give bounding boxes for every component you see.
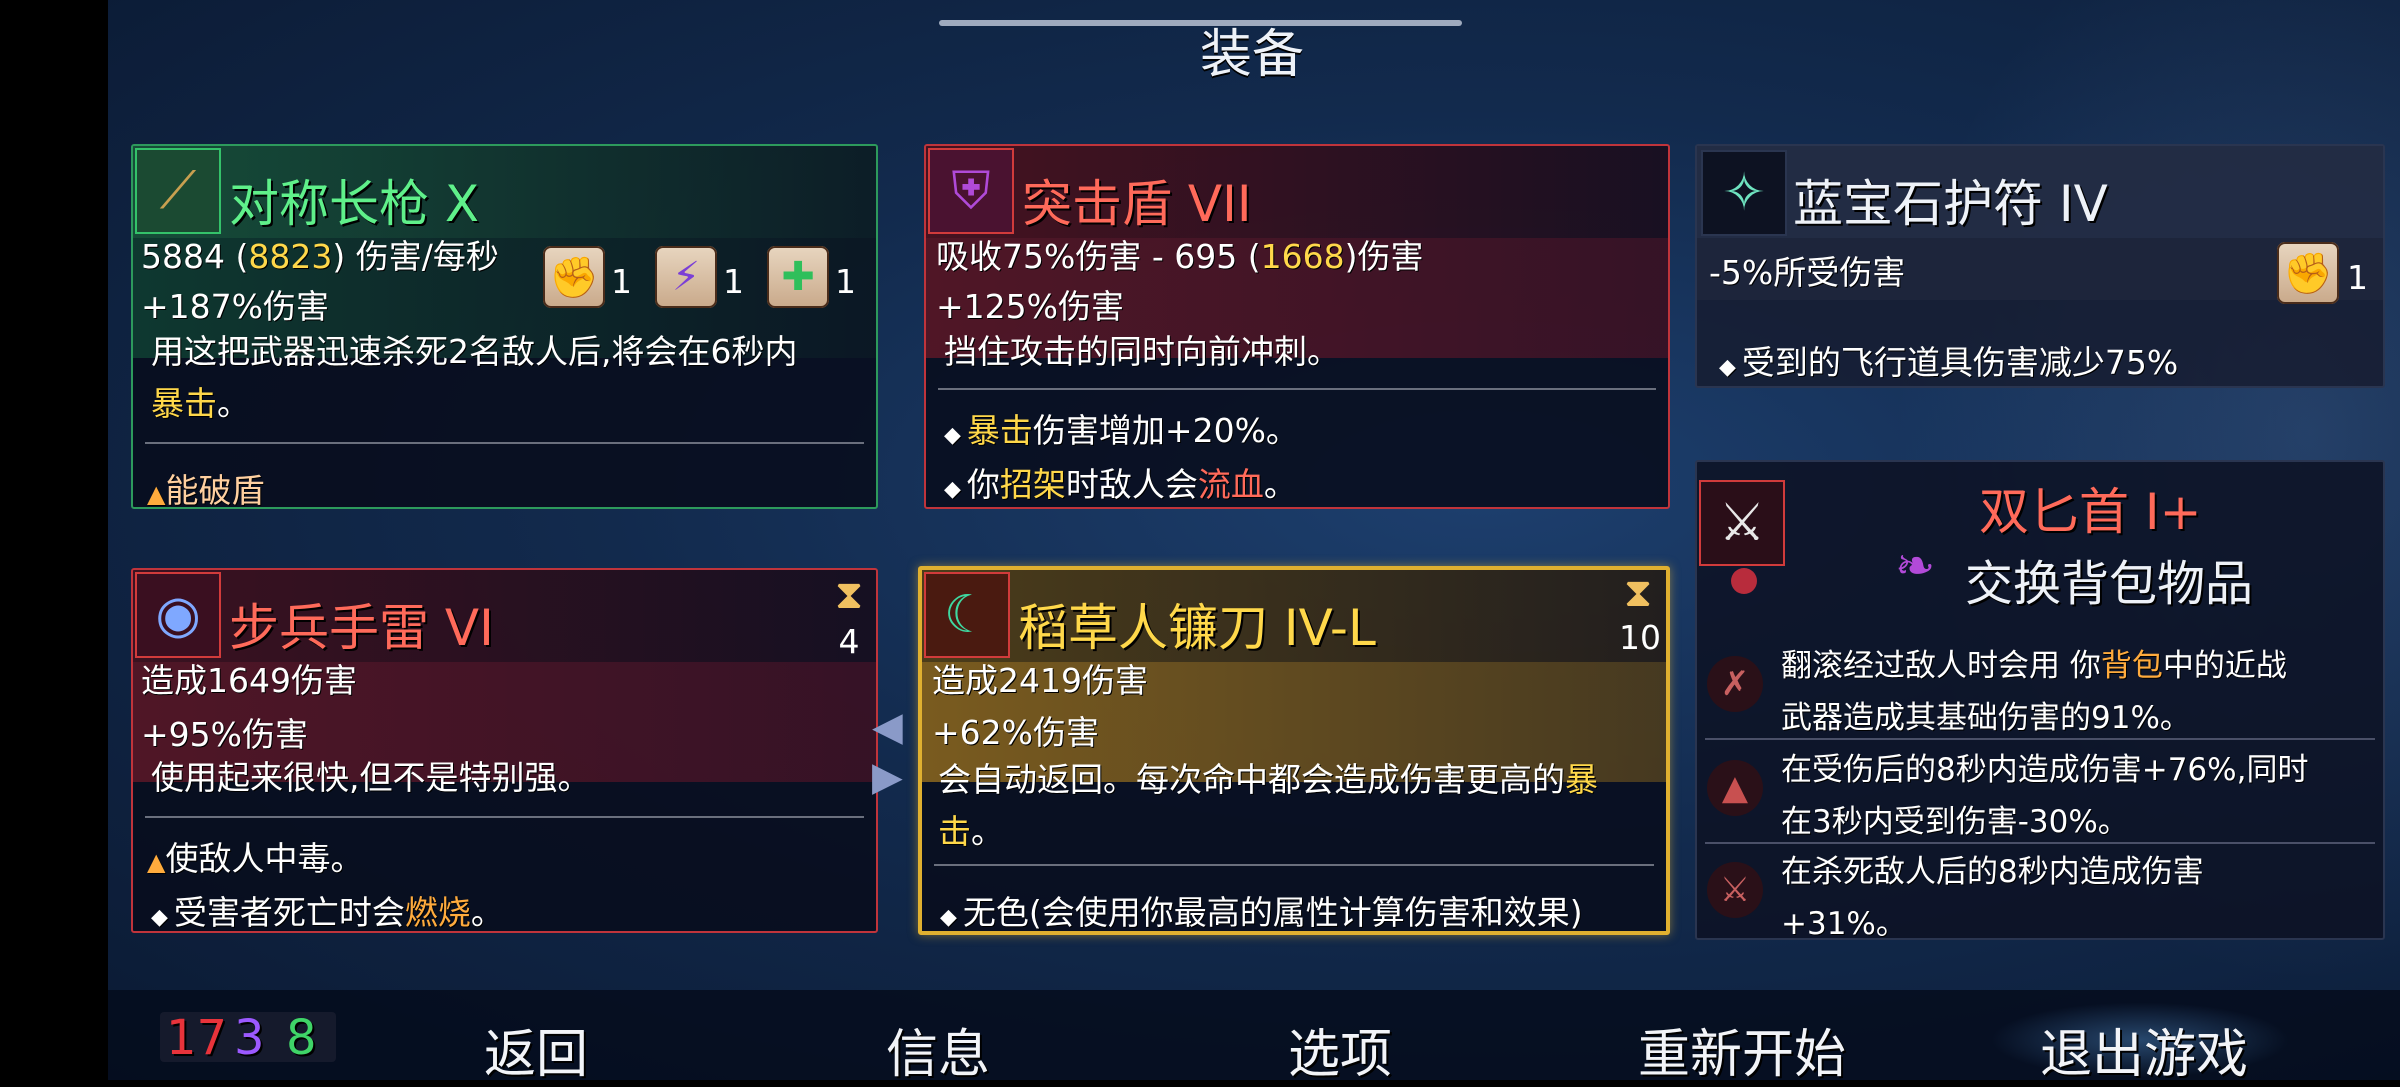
- brutality-stat: 17: [166, 1010, 228, 1066]
- perk-icon: ⚔: [1707, 862, 1763, 918]
- weapon-card-spear[interactable]: ⟋ 对称长枪 X 5884 (8823) 伤害/每秒 +187%伤害 ✊ 1 ⚡…: [131, 144, 878, 509]
- scroll-count: 1: [723, 262, 744, 301]
- scroll-icon: ⚡: [655, 246, 717, 308]
- perk-text: 武器造成其基础伤害的91%。: [1781, 700, 2191, 736]
- card-effect: ◆ 受害者死亡时会燃烧。: [151, 893, 504, 932]
- amulet-icon: ✧: [1701, 150, 1787, 236]
- perk-text: +31%。: [1781, 906, 1907, 940]
- survival-stat: 8: [286, 1010, 317, 1066]
- damage-reduction-stat: -5%所受伤害: [1709, 253, 1906, 292]
- grenade-icon: ◉: [135, 572, 221, 658]
- perk-icon: ✗: [1707, 656, 1763, 712]
- scythe-icon: ☾: [924, 572, 1010, 658]
- card-title: 稻草人镰刀 IV-L: [1018, 599, 1376, 657]
- swap-backpack-button[interactable]: 交换背包物品: [1965, 544, 2253, 614]
- dagger-badge: [1731, 568, 1757, 594]
- cooldown-count: 4: [838, 622, 860, 661]
- hourglass-icon: ⧗: [1623, 570, 1653, 616]
- card-effect: ◆ 受到的飞行道具伤害减少75%: [1719, 343, 2179, 382]
- tactics-stat: 3: [234, 1010, 265, 1066]
- perk-text: 在杀死敌人后的8秒内造成伤害: [1781, 854, 2204, 890]
- skill-card-grenade[interactable]: ◉ 步兵手雷 VI ⧗ 4 造成1649伤害 +95%伤害 使用起来很快,但不是…: [131, 568, 878, 933]
- weapon-card-shield[interactable]: ⛨ 突击盾 VII 吸收75%伤害 - 695 (1668)伤害 +125%伤害…: [924, 144, 1670, 509]
- weapon-card-daggers[interactable]: ⚔ 双匕首 I+ ❧ 交换背包物品 ✗ 翻滚经过敌人时会用 你背包中的近战 武器…: [1695, 460, 2385, 940]
- card-title: 对称长枪 X: [229, 175, 480, 233]
- perk-icon: ▲: [1707, 760, 1763, 816]
- back-button[interactable]: 返回: [484, 1012, 588, 1087]
- daggers-icon: ⚔: [1699, 480, 1785, 566]
- damage-bonus: +187%伤害: [141, 287, 329, 326]
- card-effect: ◆ 无色(会使用你最高的属性计算伤害和效果): [940, 893, 1583, 932]
- scroll-icon: ✊: [543, 246, 605, 308]
- card-effect: ◆ 你招架时敌人会流血。: [944, 465, 1297, 504]
- damage-stat: 吸收75%伤害 - 695 (1668)伤害: [936, 237, 1424, 276]
- card-effect: ▲使敌人中毒。: [147, 839, 364, 878]
- spear-icon: ⟋: [135, 148, 221, 234]
- damage-bonus: +62%伤害: [932, 713, 1099, 752]
- cooldown-count: 10: [1619, 618, 1661, 657]
- quit-button[interactable]: 退出游戏: [2040, 1012, 2248, 1087]
- swap-icon: ❧: [1895, 538, 1936, 594]
- amulet-card[interactable]: ✧ 蓝宝石护符 IV -5%所受伤害 ✊ 1 ◆ 受到的飞行道具伤害减少75%: [1695, 144, 2385, 388]
- options-button[interactable]: 选项: [1288, 1012, 1392, 1087]
- perk-text: 在受伤后的8秒内造成伤害+76%,同时: [1781, 752, 2309, 788]
- card-effect: ◆ 暴击伤害增加+20%。: [944, 411, 1299, 450]
- card-title: 双匕首 I+: [1979, 483, 2202, 541]
- damage-stat: 5884 (8823) 伤害/每秒: [141, 237, 499, 276]
- swap-right-arrow[interactable]: ▶: [872, 754, 903, 800]
- scroll-count: 1: [2347, 258, 2368, 297]
- swap-left-arrow[interactable]: ◀: [872, 704, 903, 750]
- card-description: 使用起来很快,但不是特别强。: [151, 758, 591, 797]
- restart-button[interactable]: 重新开始: [1638, 1012, 1846, 1087]
- hourglass-icon: ⧗: [834, 572, 864, 618]
- damage-bonus: +95%伤害: [141, 715, 308, 754]
- scroll-count: 1: [611, 262, 632, 301]
- card-title: 步兵手雷 VI: [229, 599, 494, 657]
- card-description: 挡住攻击的同时向前冲刺。: [944, 332, 1340, 371]
- scroll-count: 1: [835, 262, 856, 301]
- damage-stat: 造成1649伤害: [141, 661, 357, 700]
- card-title: 蓝宝石护符 IV: [1793, 175, 2108, 233]
- card-title: 突击盾 VII: [1022, 175, 1252, 233]
- info-button[interactable]: 信息: [886, 1012, 990, 1087]
- scroll-icon: ✚: [767, 246, 829, 308]
- damage-stat: 造成2419伤害: [932, 661, 1148, 700]
- perk-text: 翻滚经过敌人时会用 你背包中的近战: [1781, 648, 2287, 684]
- page-title: 装备: [1199, 25, 1304, 85]
- scroll-icon: ✊: [2277, 242, 2339, 304]
- card-effect: ▲能破盾: [147, 471, 265, 509]
- skill-card-scythe[interactable]: ☾ 稻草人镰刀 IV-L ⧗ 10 造成2419伤害 +62%伤害 会自动返回。…: [918, 566, 1670, 935]
- shield-icon: ⛨: [928, 148, 1014, 234]
- left-black-bar: [0, 0, 108, 1080]
- card-description: 用这把武器迅速杀死2名敌人后,将会在6秒内 暴击。: [151, 332, 798, 423]
- damage-bonus: +125%伤害: [936, 287, 1124, 326]
- perk-text: 在3秒内受到伤害-30%。: [1781, 804, 2129, 840]
- card-description: 会自动返回。每次命中都会造成伤害更高的暴 击。: [938, 760, 1598, 851]
